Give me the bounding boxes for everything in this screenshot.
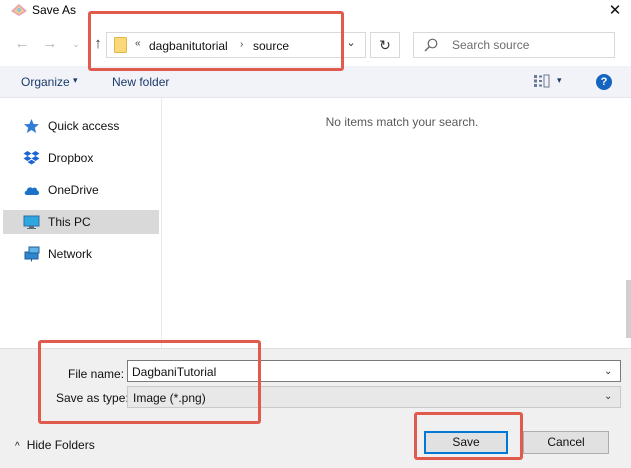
sidebar-item-label: Dropbox [48, 151, 94, 165]
network-icon [24, 246, 40, 262]
back-arrow-icon[interactable]: ← [12, 34, 32, 54]
close-icon: ✕ [608, 2, 622, 19]
chevron-down-icon: ⌄ [604, 391, 613, 402]
cancel-button[interactable]: Cancel [523, 431, 609, 454]
sidebar-item-dropbox[interactable]: Dropbox [3, 146, 159, 170]
close-button[interactable]: ✕ [603, 0, 627, 22]
view-options-icon[interactable] [534, 74, 550, 88]
search-icon [424, 38, 438, 52]
file-list-area[interactable]: No items match your search. [163, 98, 631, 348]
organize-button[interactable]: Organize [21, 75, 70, 89]
hide-folders-label: Hide Folders [26, 438, 95, 452]
breadcrumb-dagbanitutorial[interactable]: dagbanitutorial [149, 39, 228, 53]
folder-icon [114, 37, 127, 53]
save-as-type-select[interactable]: Image (*.png) ⌄ [127, 386, 621, 408]
save-as-type-label: Save as type: [56, 391, 129, 405]
file-name-label: File name: [68, 367, 125, 381]
sidebar-item-network[interactable]: Network [3, 242, 159, 266]
forward-arrow-icon[interactable]: → [40, 34, 60, 54]
sidebar-item-onedrive[interactable]: OneDrive [3, 178, 159, 202]
save-button[interactable]: Save [424, 431, 508, 454]
up-arrow-icon[interactable]: ↑ [88, 34, 108, 54]
window-title: Save As [32, 3, 77, 17]
cloud-icon [24, 187, 40, 195]
organize-caret-icon[interactable]: ▾ [73, 75, 78, 86]
window-edge-strip [626, 280, 631, 338]
help-icon[interactable]: ? [596, 74, 612, 90]
hide-folders-toggle[interactable]: ^ Hide Folders [15, 438, 95, 452]
sidebar-item-label: Quick access [48, 119, 120, 133]
view-caret-icon[interactable]: ▾ [557, 75, 562, 86]
breadcrumb-source[interactable]: source [253, 39, 289, 53]
sidebar-item-label: OneDrive [48, 183, 99, 197]
search-box[interactable] [413, 32, 615, 58]
command-toolbar: Organize ▾ New folder ▾ ? [0, 66, 631, 98]
file-name-input[interactable] [127, 360, 621, 382]
sidebar-item-this-pc[interactable]: This PC [3, 210, 159, 234]
save-form-area: File name: ⌄ Save as type: Image (*.png)… [0, 348, 631, 468]
sidebar-item-label: Network [48, 247, 93, 261]
navigation-pane: Quick access Dropbox OneDrive This PC Ne… [0, 98, 162, 348]
title-bar: Save As ✕ [0, 0, 631, 22]
app-logo-icon [11, 4, 27, 16]
breadcrumb-overflow-icon[interactable]: « [135, 38, 141, 49]
star-icon [24, 119, 39, 133]
file-name-dropdown-icon[interactable]: ⌄ [604, 366, 612, 377]
monitor-icon [23, 215, 40, 229]
recent-locations-icon[interactable]: ⌄ [66, 34, 86, 54]
breadcrumb-separator-icon[interactable]: › [240, 39, 243, 50]
sidebar-item-label: This PC [48, 215, 91, 229]
address-dropdown-button[interactable]: ⌄ [340, 36, 362, 56]
dropbox-icon [23, 151, 40, 165]
refresh-icon: ↻ [379, 37, 391, 53]
sidebar-item-quick-access[interactable]: Quick access [3, 114, 159, 138]
chevron-up-icon: ^ [15, 441, 20, 452]
refresh-button[interactable]: ↻ [370, 32, 400, 58]
empty-state-message: No items match your search. [325, 115, 479, 129]
save-as-type-value: Image (*.png) [133, 391, 206, 405]
chevron-down-icon: ⌄ [346, 37, 356, 49]
address-bar[interactable]: « dagbanitutorial › source [106, 32, 366, 58]
new-folder-button[interactable]: New folder [112, 75, 169, 89]
search-input[interactable] [452, 36, 610, 54]
